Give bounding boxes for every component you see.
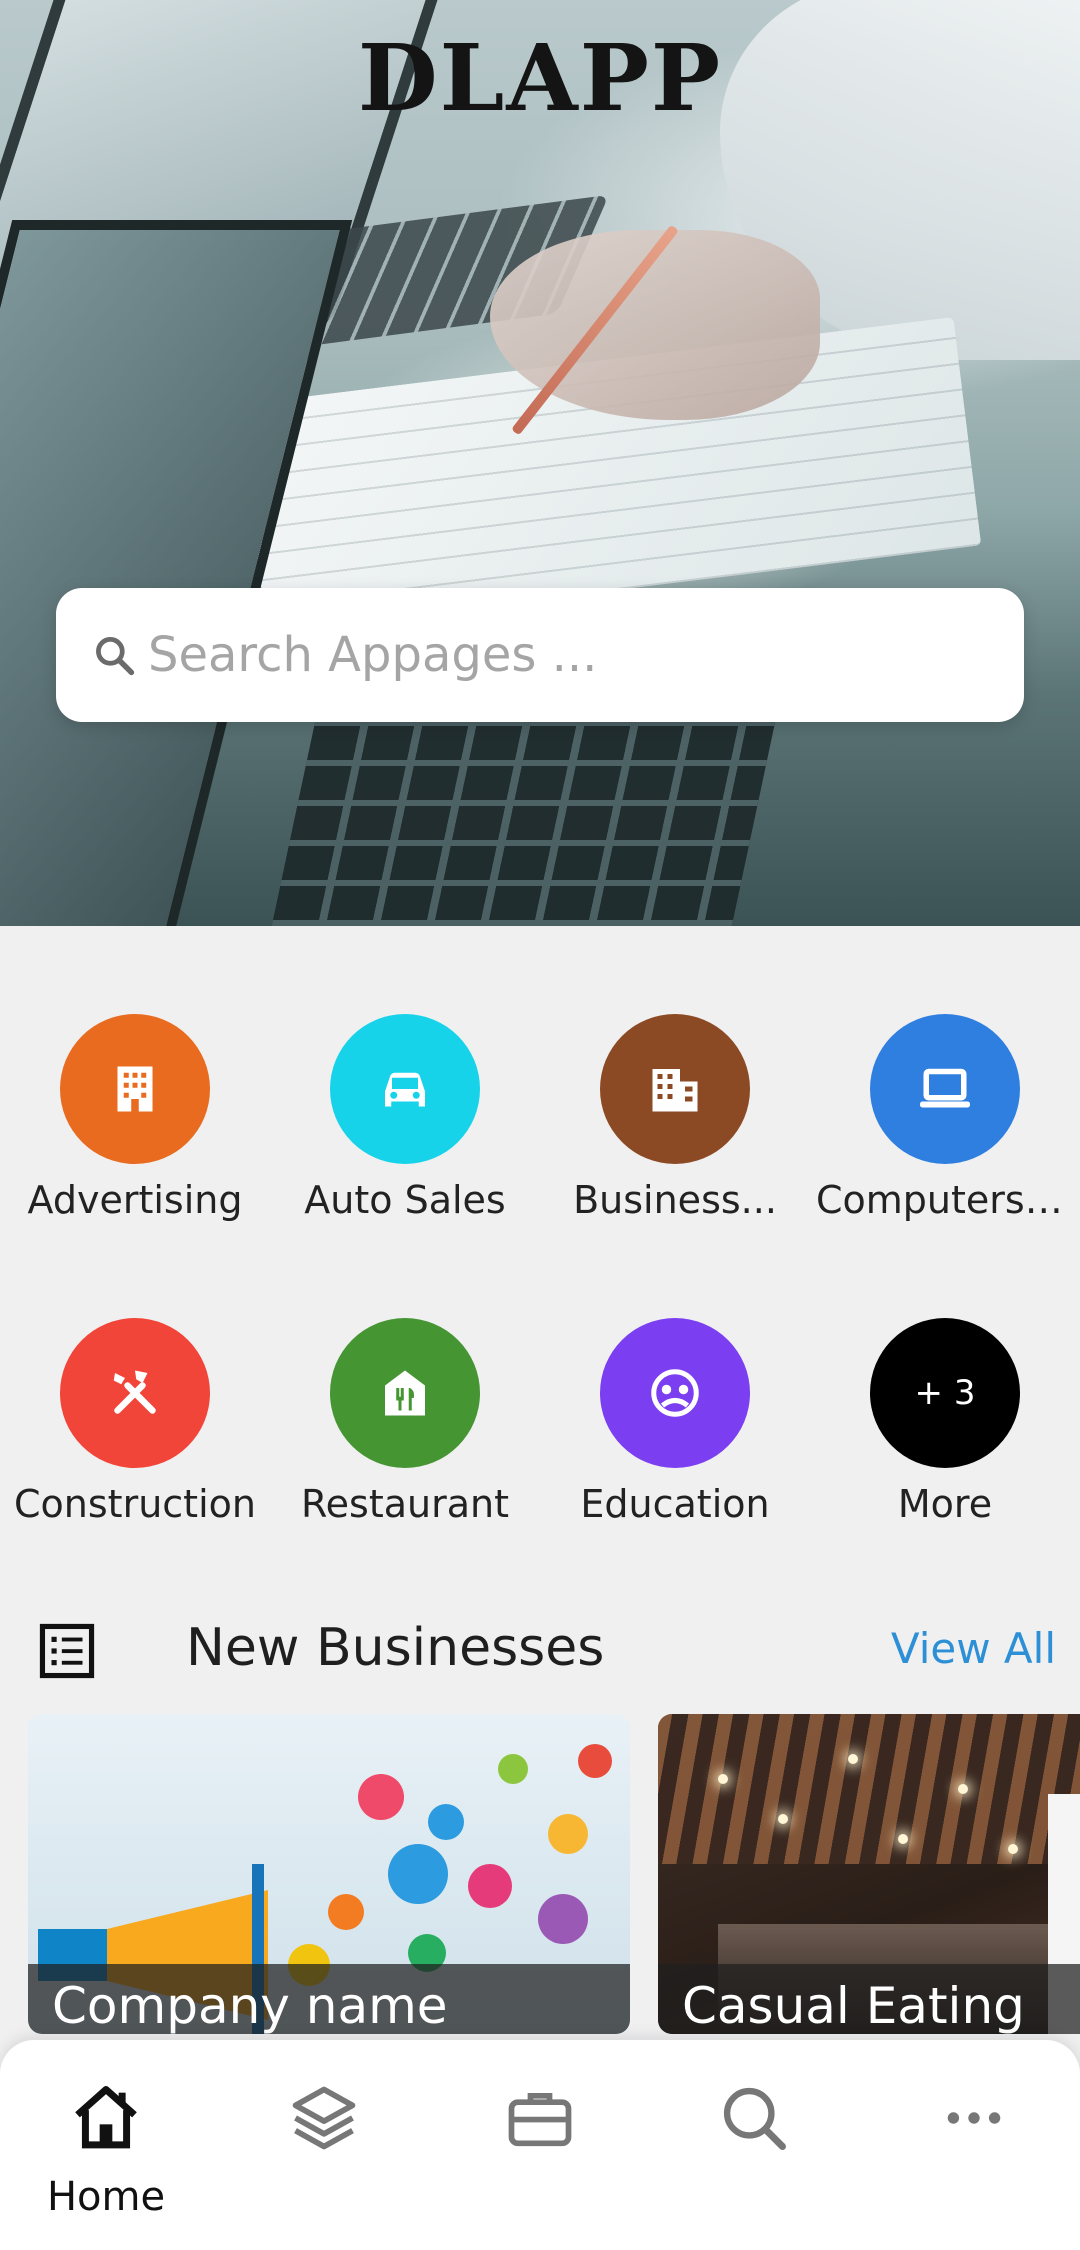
category-circle <box>870 1014 1020 1164</box>
ceiling-light <box>718 1774 728 1784</box>
category-construction[interactable]: Construction <box>0 1318 270 1526</box>
card-graphic-dot <box>538 1894 588 1944</box>
card-graphic-dot <box>498 1754 528 1784</box>
tools-icon <box>113 1370 156 1414</box>
category-circle <box>330 1014 480 1164</box>
laptop-icon <box>920 1068 970 1108</box>
nav-label-home: Home <box>46 2174 166 2220</box>
search-input[interactable] <box>146 626 970 684</box>
section-title: New Businesses <box>186 1618 605 1678</box>
search-icon <box>96 637 135 676</box>
category-label: Restaurant <box>300 1482 510 1526</box>
card-graphic-dot <box>358 1774 404 1820</box>
category-circle <box>600 1014 750 1164</box>
card-graphic-dot <box>328 1894 364 1930</box>
business-card-title: Company name <box>28 1964 630 2034</box>
category-label: Computers &... <box>816 1178 1080 1222</box>
restaurant-icon <box>385 1370 425 1416</box>
card-graphic-dot <box>468 1864 512 1908</box>
category-label: More <box>897 1482 993 1526</box>
card-graphic-dot <box>428 1804 464 1840</box>
card-graphic-dot <box>548 1814 588 1854</box>
nav-home[interactable]: Home <box>36 2080 176 2230</box>
category-restaurant[interactable]: Restaurant <box>270 1318 540 1526</box>
layers-icon <box>292 2086 356 2150</box>
more-badge: + 3 <box>870 1318 1020 1468</box>
ceiling-light <box>898 1834 908 1844</box>
category-auto-sales[interactable]: Auto Sales <box>270 1014 540 1222</box>
nav-layers[interactable] <box>254 2080 394 2230</box>
list-icon <box>39 1623 95 1679</box>
hero-banner: DLAPP <box>0 0 1080 926</box>
car-icon <box>385 1072 425 1107</box>
restaurant-ceiling-image <box>658 1714 1080 1864</box>
ceiling-light <box>958 1784 968 1794</box>
new-businesses-header: New Businesses View All <box>0 1606 1080 1696</box>
app-title: DLAPP <box>357 24 723 132</box>
home-icon <box>75 2086 137 2149</box>
building-icon <box>117 1066 153 1112</box>
search-bar[interactable] <box>56 588 1024 722</box>
category-label: Auto Sales <box>304 1178 506 1222</box>
business-card[interactable]: Casual Eating <box>658 1714 1080 2034</box>
category-more[interactable]: + 3 More <box>810 1318 1080 1526</box>
card-graphic-dot <box>578 1744 612 1778</box>
more-horizontal-icon <box>947 2112 1001 2124</box>
card-graphic-dot <box>388 1844 448 1904</box>
category-circle <box>330 1318 480 1468</box>
office-building-icon <box>652 1069 698 1112</box>
category-label: Advertising <box>27 1178 243 1222</box>
nav-more[interactable] <box>904 2080 1044 2230</box>
ceiling-light <box>778 1814 788 1824</box>
category-circle <box>60 1318 210 1468</box>
category-computers[interactable]: Computers &... <box>810 1014 1080 1222</box>
category-label: Education <box>580 1482 770 1526</box>
view-all-link[interactable]: View All <box>891 1624 1056 1673</box>
category-business[interactable]: Business... <box>540 1014 810 1222</box>
category-label: Business... <box>573 1178 777 1222</box>
category-education[interactable]: Education <box>540 1318 810 1526</box>
briefcase-icon <box>508 2092 572 2147</box>
business-card-title: Casual Eating <box>658 1964 1080 2034</box>
nav-search[interactable] <box>684 2080 824 2230</box>
hero-keyboard-bottom-image <box>264 720 776 926</box>
category-circle <box>600 1318 750 1468</box>
ceiling-light <box>848 1754 858 1764</box>
more-count: + 3 <box>914 1373 976 1413</box>
category-circle <box>60 1014 210 1164</box>
education-icon <box>651 1369 699 1417</box>
ceiling-light <box>1008 1844 1018 1854</box>
nav-business[interactable] <box>470 2080 610 2230</box>
business-card[interactable]: Company name <box>28 1714 630 2034</box>
category-label: Construction <box>14 1482 256 1526</box>
search-icon <box>723 2087 786 2150</box>
bottom-navigation: Home <box>0 2040 1080 2250</box>
category-advertising[interactable]: Advertising <box>0 1014 270 1222</box>
